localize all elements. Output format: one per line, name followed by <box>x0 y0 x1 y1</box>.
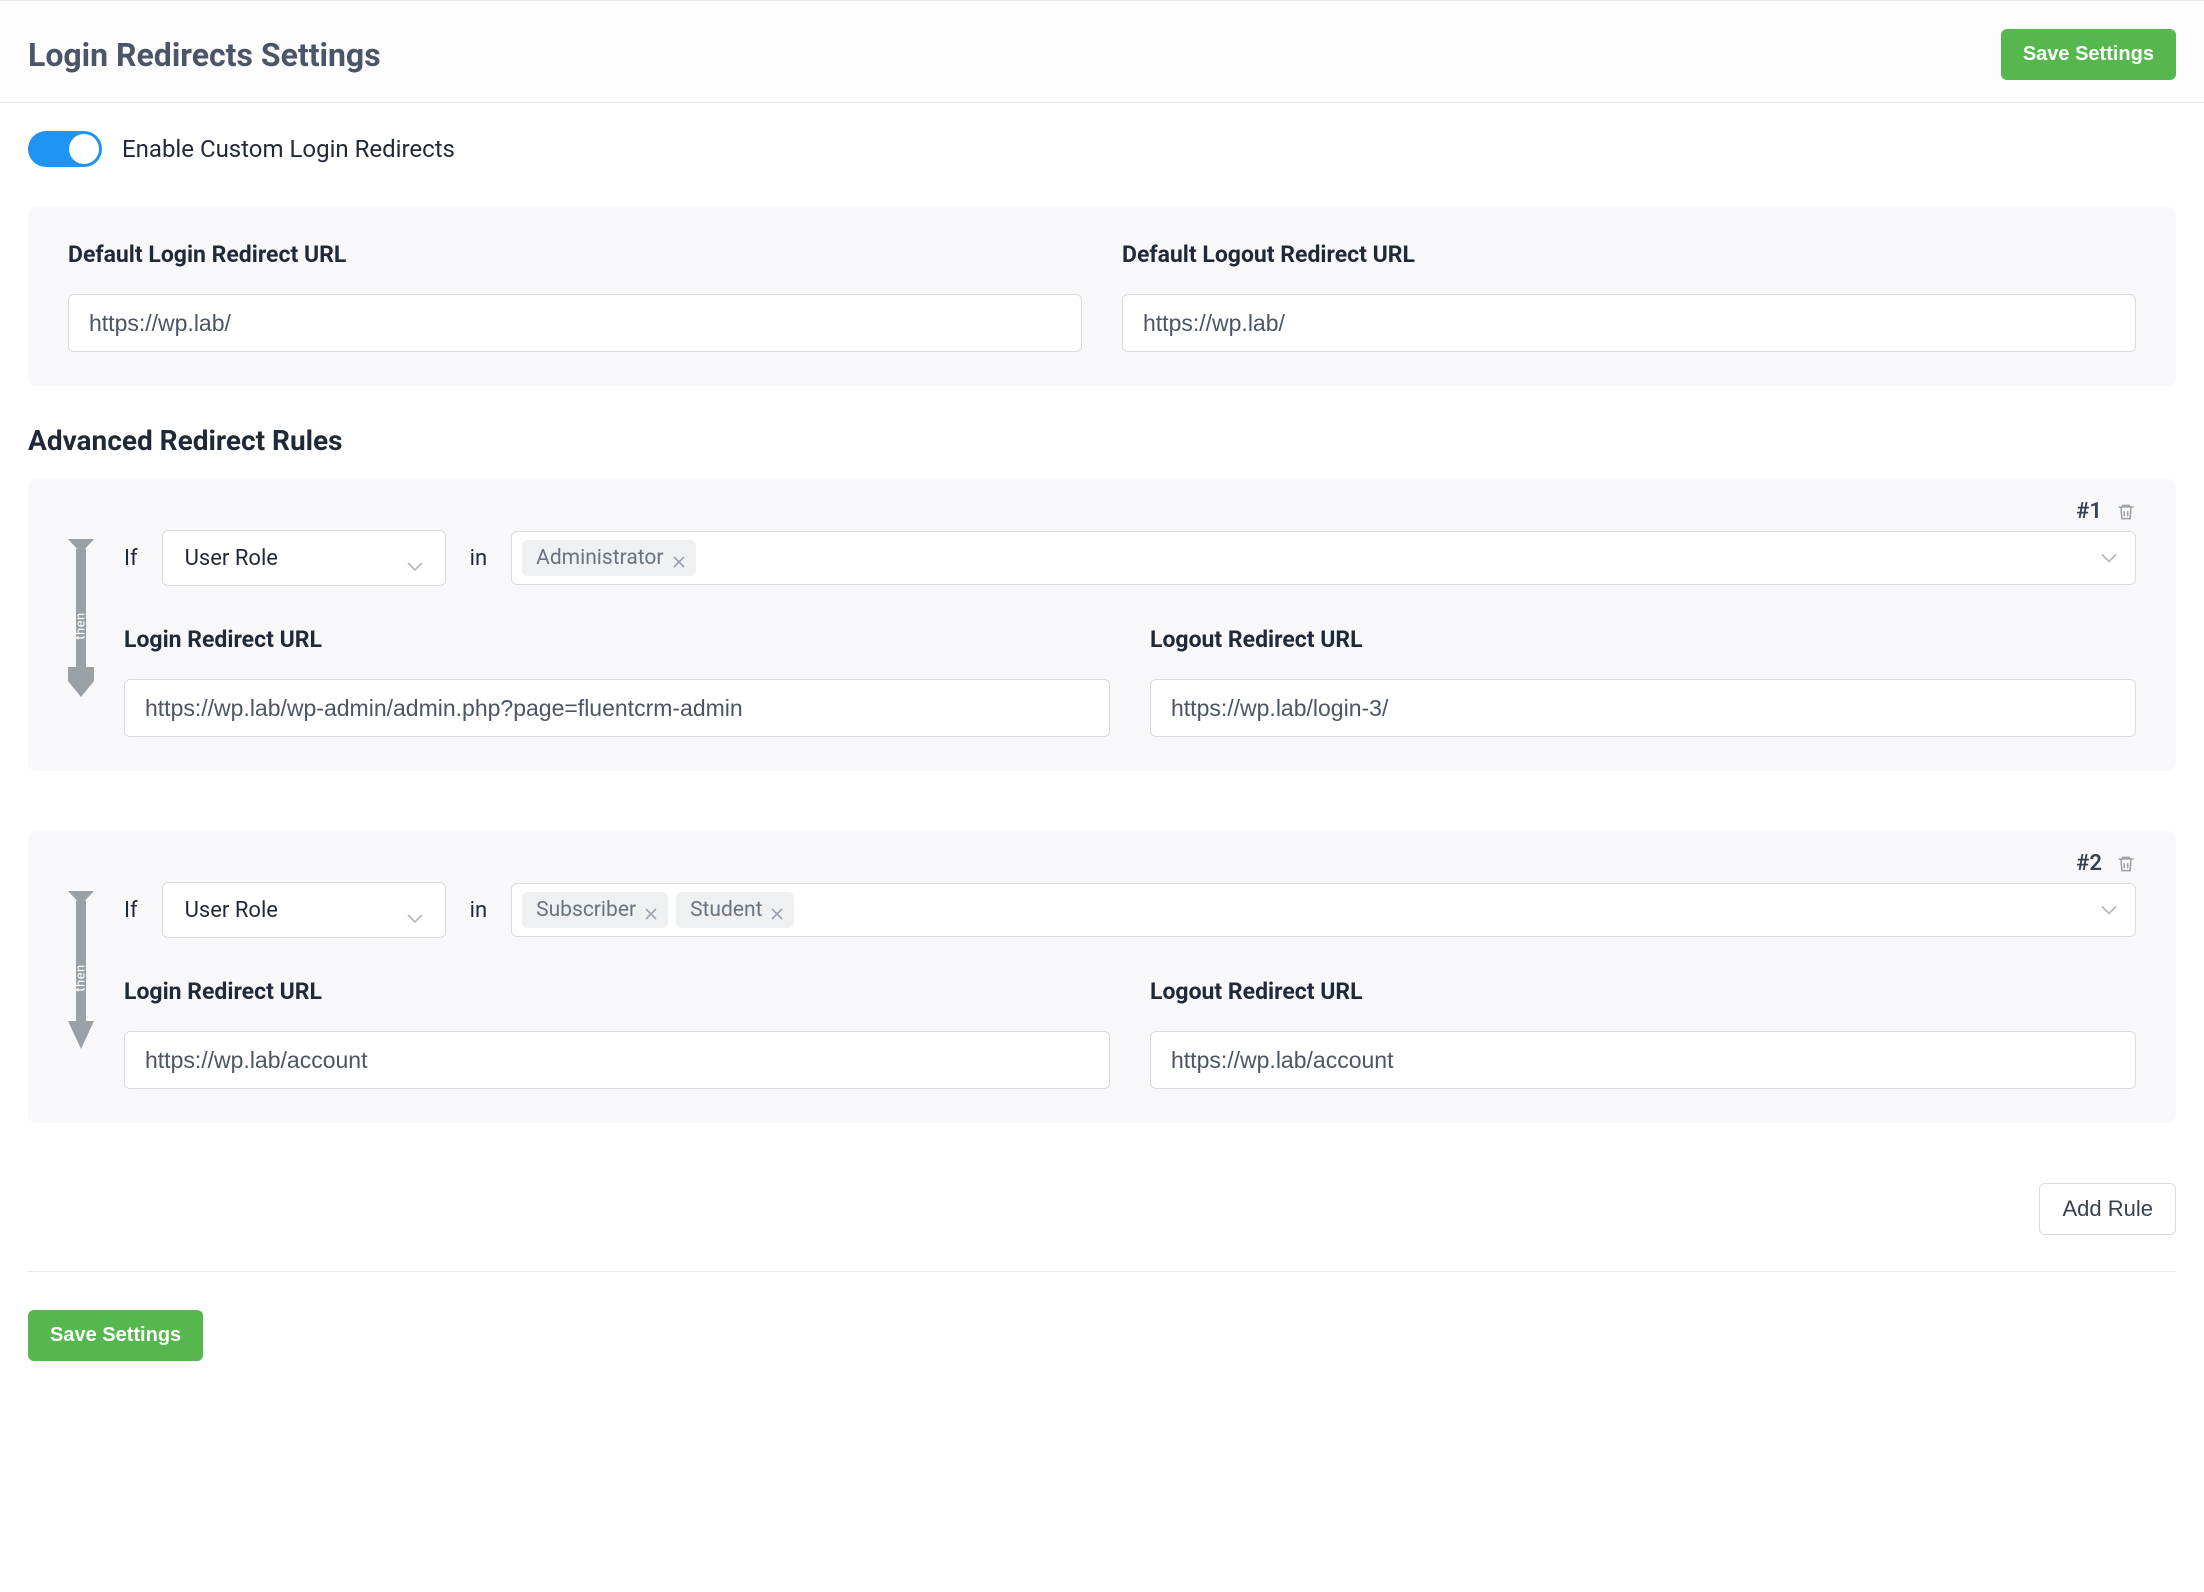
remove-tag-icon[interactable] <box>644 903 658 917</box>
logout-redirect-label: Logout Redirect URL <box>1150 978 2136 1005</box>
login-redirect-col: Login Redirect URL <box>124 626 1110 737</box>
default-login-col: Default Login Redirect URL <box>68 241 1082 352</box>
in-label: in <box>470 546 488 571</box>
then-label: then <box>74 964 89 992</box>
if-label: If <box>124 898 138 923</box>
condition-field-select[interactable]: User Role <box>162 882 446 938</box>
logout-redirect-col: Logout Redirect URL <box>1150 978 2136 1089</box>
then-label: then <box>74 612 89 640</box>
condition-row: If User Role in Administrator <box>124 530 2136 586</box>
role-tag-label: Subscriber <box>536 898 636 922</box>
then-pennant: then <box>68 891 94 1041</box>
condition-field-value: User Role <box>185 898 278 923</box>
toggle-knob <box>69 134 99 164</box>
role-tag-label: Administrator <box>536 546 663 570</box>
logout-redirect-label: Logout Redirect URL <box>1150 626 2136 653</box>
in-label: in <box>470 898 488 923</box>
remove-tag-icon[interactable] <box>770 903 784 917</box>
rule-top: #2 <box>124 851 2136 876</box>
save-settings-button-top[interactable]: Save Settings <box>2001 29 2176 80</box>
roles-multiselect[interactable]: Administrator <box>511 531 2136 585</box>
default-login-input[interactable] <box>68 294 1082 352</box>
delete-rule-icon[interactable] <box>2116 501 2136 523</box>
enable-custom-redirects-toggle[interactable] <box>28 131 102 167</box>
if-label: If <box>124 546 138 571</box>
default-logout-label: Default Logout Redirect URL <box>1122 241 2136 268</box>
divider <box>28 1271 2176 1272</box>
logout-redirect-input[interactable] <box>1150 679 2136 737</box>
roles-multiselect[interactable]: Subscriber Student <box>511 883 2136 937</box>
rule-top: #1 <box>124 499 2136 524</box>
login-redirect-input[interactable] <box>124 679 1110 737</box>
enable-custom-redirects-row: Enable Custom Login Redirects <box>28 131 2176 167</box>
chevron-down-icon <box>2101 900 2117 921</box>
page-title: Login Redirects Settings <box>28 36 381 74</box>
condition-row: If User Role in Subscriber <box>124 882 2136 938</box>
enable-custom-redirects-label: Enable Custom Login Redirects <box>122 135 455 163</box>
rule-card: then #2 If User Role in <box>28 831 2176 1123</box>
role-tag: Administrator <box>522 540 695 576</box>
rule-pennant-col: then <box>68 851 94 1089</box>
chevron-down-icon <box>407 553 423 563</box>
rule-index: #2 <box>2076 851 2102 876</box>
role-tag: Subscriber <box>522 892 668 928</box>
header-bar: Login Redirects Settings Save Settings <box>0 0 2204 103</box>
login-redirect-col: Login Redirect URL <box>124 978 1110 1089</box>
rule-card: then #1 If User Role in <box>28 479 2176 771</box>
rule-pennant-col: then <box>68 499 94 737</box>
then-pennant: then <box>68 539 94 689</box>
save-settings-button-bottom[interactable]: Save Settings <box>28 1310 203 1361</box>
logout-redirect-col: Logout Redirect URL <box>1150 626 2136 737</box>
chevron-down-icon <box>407 905 423 915</box>
remove-tag-icon[interactable] <box>672 551 686 565</box>
add-rule-button[interactable]: Add Rule <box>2039 1183 2176 1235</box>
delete-rule-icon[interactable] <box>2116 853 2136 875</box>
rule-index: #1 <box>2076 499 2102 524</box>
condition-field-value: User Role <box>185 546 278 571</box>
login-redirect-label: Login Redirect URL <box>124 978 1110 1005</box>
rule-body: #2 If User Role in Subscriber <box>124 851 2136 1089</box>
chevron-down-icon <box>2101 548 2117 569</box>
default-logout-input[interactable] <box>1122 294 2136 352</box>
rule-body: #1 If User Role in Administrator <box>124 499 2136 737</box>
default-logout-col: Default Logout Redirect URL <box>1122 241 2136 352</box>
condition-field-select[interactable]: User Role <box>162 530 446 586</box>
add-rule-wrap: Add Rule <box>28 1183 2176 1235</box>
login-redirect-input[interactable] <box>124 1031 1110 1089</box>
default-redirects-card: Default Login Redirect URL Default Logou… <box>28 207 2176 386</box>
redirect-row: Login Redirect URL Logout Redirect URL <box>124 978 2136 1089</box>
logout-redirect-input[interactable] <box>1150 1031 2136 1089</box>
login-redirect-label: Login Redirect URL <box>124 626 1110 653</box>
role-tag-label: Student <box>690 898 762 922</box>
default-login-label: Default Login Redirect URL <box>68 241 1082 268</box>
advanced-rules-heading: Advanced Redirect Rules <box>28 424 2176 457</box>
redirect-row: Login Redirect URL Logout Redirect URL <box>124 626 2136 737</box>
role-tag: Student <box>676 892 794 928</box>
content: Enable Custom Login Redirects Default Lo… <box>0 103 2204 1389</box>
